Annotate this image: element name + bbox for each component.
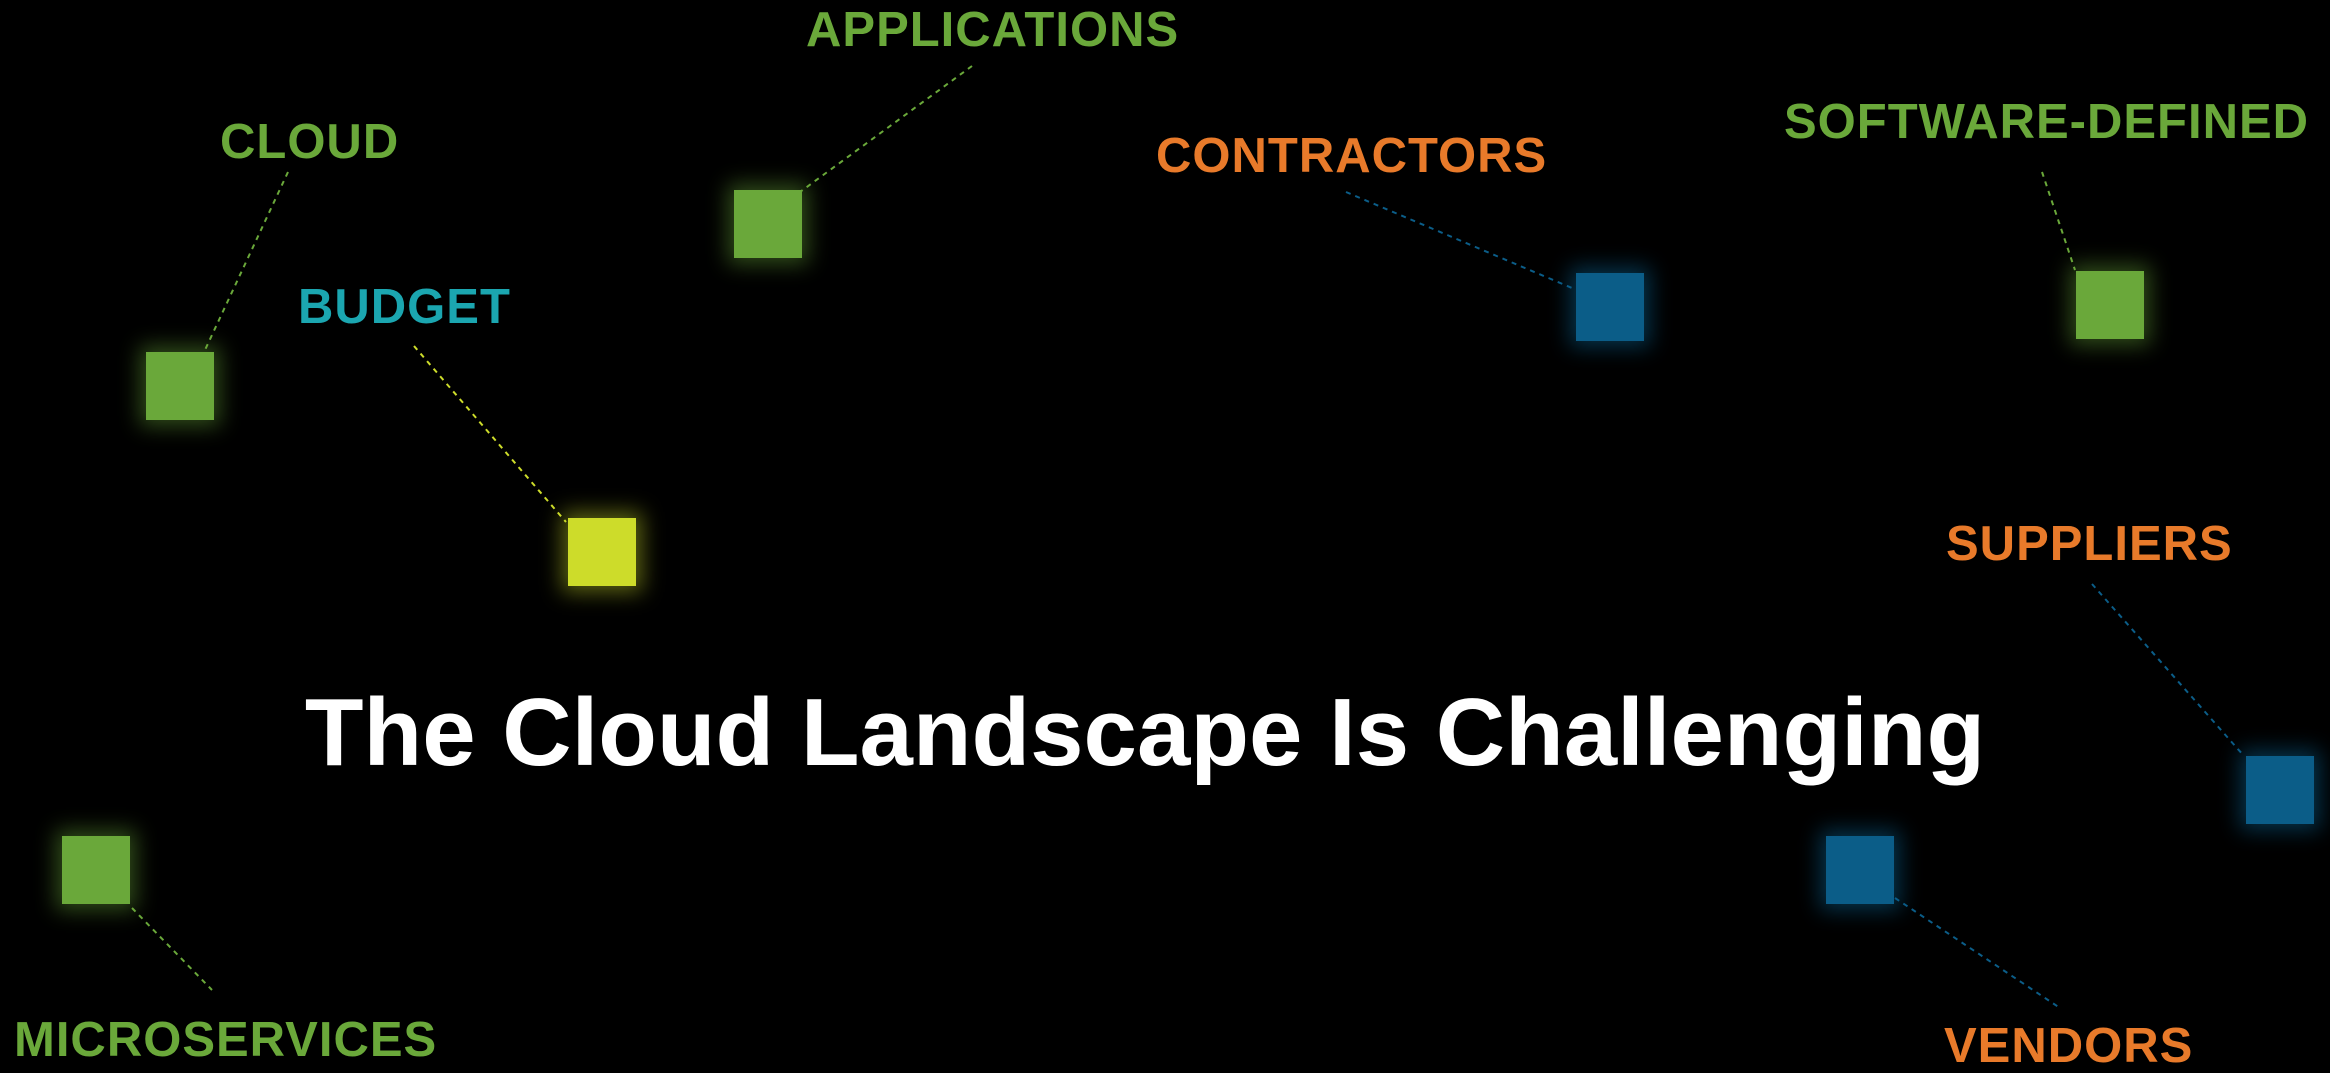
connector-contractors xyxy=(1345,191,1573,289)
label-vendors: VENDORS xyxy=(1944,1019,2194,1073)
label-contractors: CONTRACTORS xyxy=(1156,129,1548,183)
label-microservices: MICROSERVICES xyxy=(14,1013,438,1067)
label-suppliers: SUPPLIERS xyxy=(1946,517,2233,571)
slide-title: The Cloud Landscape Is Challenging xyxy=(304,679,1986,786)
label-budget: BUDGET xyxy=(298,280,511,334)
connector-cloud xyxy=(204,171,289,351)
connector-budget xyxy=(413,345,567,523)
node-vendors xyxy=(1826,836,1894,904)
label-cloud: CLOUD xyxy=(220,115,400,169)
node-applications xyxy=(734,190,802,258)
slide-canvas: APPLICATIONS CLOUD BUDGET CONTRACTORS SO… xyxy=(0,0,2330,1071)
node-contractors xyxy=(1576,273,1644,341)
node-microservices xyxy=(62,836,130,904)
connector-microservices xyxy=(131,907,213,991)
node-cloud xyxy=(146,352,214,420)
label-software-defined: SOFTWARE-DEFINED xyxy=(1784,95,2310,149)
label-applications: APPLICATIONS xyxy=(806,3,1180,57)
connector-vendors xyxy=(1894,897,2061,1009)
node-budget xyxy=(568,518,636,586)
connector-applications xyxy=(799,65,973,193)
connector-software-defined xyxy=(2041,171,2076,271)
node-software-defined xyxy=(2076,271,2144,339)
